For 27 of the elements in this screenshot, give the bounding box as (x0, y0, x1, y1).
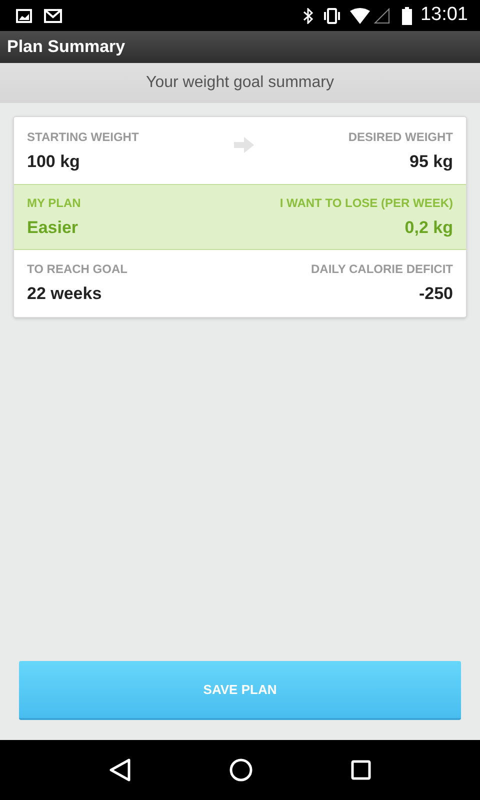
field-value: 0,2 kg (404, 216, 453, 239)
field-label: DESIRED WEIGHT (348, 128, 453, 146)
window-title: Plan Summary (7, 36, 126, 58)
home-icon[interactable] (229, 758, 253, 782)
wifi-icon (350, 8, 370, 24)
field-value: -250 (418, 282, 453, 305)
field-label: STARTING WEIGHT (27, 128, 139, 146)
field-label: MY PLAN (27, 194, 81, 212)
subtitle: Your weight goal summary (146, 73, 334, 93)
field-label: TO REACH GOAL (27, 260, 128, 278)
recents-icon[interactable] (351, 760, 371, 780)
field-value: Easier (27, 216, 80, 239)
clock: 13:01 (420, 3, 468, 28)
field-label: DAILY CALORIE DEFICIT (310, 260, 453, 278)
field-label: I WANT TO LOSE (PER WEEK) (280, 194, 453, 212)
vibrate-icon (322, 8, 342, 24)
save-button[interactable]: SAVE PLAN (19, 661, 461, 720)
signal-icon (374, 8, 390, 24)
bluetooth-icon (302, 8, 314, 24)
field-value: 100 kg (27, 150, 81, 173)
mail-icon (44, 8, 62, 22)
field-value: 95 kg (410, 150, 453, 173)
arrow-icon (234, 137, 254, 153)
field-value: 22 weeks (27, 282, 103, 305)
image-icon (16, 8, 32, 22)
battery-icon (402, 6, 412, 24)
back-icon[interactable] (109, 758, 131, 782)
